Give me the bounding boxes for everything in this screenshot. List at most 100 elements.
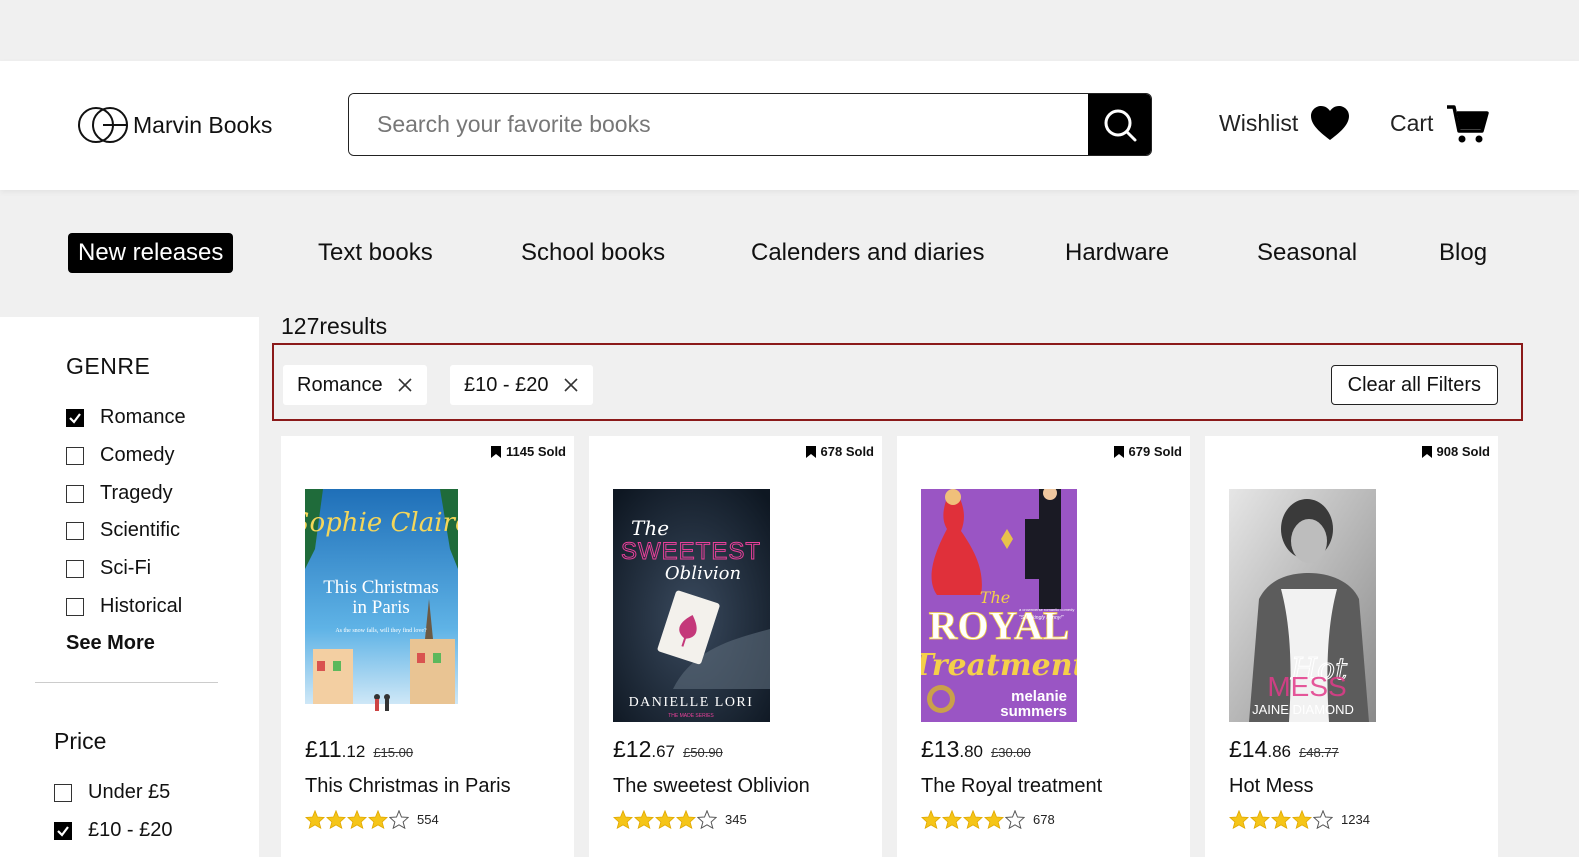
- chip-label: £10 - £20: [464, 373, 549, 396]
- product-card[interactable]: 1145 Sold Sophie Claire This Christmas: [281, 436, 574, 857]
- price-label: Under £5: [88, 781, 171, 803]
- star-filled-icon: [1271, 810, 1291, 829]
- sold-label: 679 Sold: [1128, 444, 1182, 459]
- bookmark-icon: [1113, 445, 1124, 458]
- nav-hardware[interactable]: Hardware: [1065, 233, 1169, 273]
- original-price: £48.77: [1299, 745, 1339, 760]
- current-price: £12.67: [613, 736, 676, 762]
- price-10-20[interactable]: £10 - £20: [54, 819, 173, 842]
- sold-count: 679 Sold: [1113, 444, 1182, 459]
- price-row: £12.67 £50.90: [613, 736, 723, 763]
- search-button[interactable]: [1088, 94, 1151, 155]
- checkbox-icon[interactable]: [66, 521, 84, 540]
- book-title[interactable]: The Royal treatment: [921, 775, 1102, 798]
- nav-seasonal[interactable]: Seasonal: [1257, 233, 1357, 273]
- checkbox-icon[interactable]: [66, 597, 84, 616]
- checkbox-checked-icon[interactable]: [66, 408, 84, 427]
- cover-author-line: summers: [1000, 703, 1067, 720]
- nav-school-books[interactable]: School books: [521, 233, 665, 273]
- cover-title-line: MESS: [1267, 671, 1346, 702]
- checkbox-icon[interactable]: [54, 783, 72, 802]
- cover-author: DANIELLE LORI: [629, 695, 754, 710]
- price-row: £14.86 £48.77: [1229, 736, 1339, 763]
- book-cover[interactable]: Sophie Claire This Christmas in Paris As…: [305, 489, 458, 722]
- star-rating: [1229, 810, 1333, 829]
- cover-tagline: a crownverse romantic comedy: [1019, 607, 1074, 612]
- nav-calenders-and-diaries[interactable]: Calenders and diaries: [751, 233, 984, 273]
- star-filled-icon: [1229, 810, 1249, 829]
- review-count: 554: [417, 812, 439, 827]
- checkbox-icon[interactable]: [66, 484, 84, 503]
- star-filled-icon: [305, 810, 325, 829]
- rating: 1234: [1229, 810, 1370, 829]
- cover-title-line: Oblivion: [665, 563, 741, 584]
- clear-all-filters-button[interactable]: Clear all Filters: [1330, 365, 1498, 405]
- book-title[interactable]: Hot Mess: [1229, 775, 1313, 798]
- genre-scientific[interactable]: Scientific: [66, 519, 180, 542]
- star-empty-icon: [1005, 810, 1025, 829]
- genre-label: Comedy: [100, 444, 175, 466]
- book-cover[interactable]: Hot MESS JAINE DIAMOND: [1229, 489, 1376, 722]
- search-icon: [1104, 109, 1136, 141]
- rating: 554: [305, 810, 439, 829]
- search-bar: [348, 93, 1152, 156]
- filter-sidebar: GENRE Romance Comedy Tragedy Scientific …: [0, 317, 259, 857]
- sold-count: 908 Sold: [1421, 444, 1490, 459]
- product-card[interactable]: 678 Sold The SWEETEST Oblivion DANIELLE …: [589, 436, 882, 857]
- checkbox-icon[interactable]: [66, 446, 84, 465]
- star-filled-icon: [921, 810, 941, 829]
- review-count: 1234: [1341, 812, 1370, 827]
- star-filled-icon: [655, 810, 675, 829]
- genre-label: Historical: [100, 595, 183, 617]
- product-card[interactable]: 679 Sold The ROYAL Treatment a crownvers…: [897, 436, 1190, 857]
- cover-author: Sophie Claire: [305, 508, 458, 538]
- star-empty-icon: [697, 810, 717, 829]
- star-filled-icon: [634, 810, 654, 829]
- search-input[interactable]: [349, 94, 1088, 155]
- bookmark-icon: [805, 445, 816, 458]
- sold-label: 1145 Sold: [506, 444, 566, 459]
- filter-chip-price: £10 - £20: [450, 365, 593, 405]
- star-filled-icon: [676, 810, 696, 829]
- sold-label: 678 Sold: [820, 444, 874, 459]
- product-card[interactable]: 908 Sold Hot MESS JAINE DIAMOND £14.86 £…: [1205, 436, 1498, 857]
- close-icon[interactable]: [397, 377, 413, 393]
- review-count: 678: [1033, 812, 1055, 827]
- cover-title-line: This Christmas: [323, 577, 439, 598]
- cart-link[interactable]: Cart: [1390, 101, 1490, 145]
- genre-tragedy[interactable]: Tragedy: [66, 482, 173, 505]
- cover-title-line: Treatment: [921, 648, 1077, 683]
- checkbox-checked-icon[interactable]: [54, 821, 72, 840]
- genre-sci-fi[interactable]: Sci-Fi: [66, 557, 151, 580]
- book-cover[interactable]: The SWEETEST Oblivion DANIELLE LORI THE …: [613, 489, 770, 722]
- sold-count: 1145 Sold: [491, 444, 566, 459]
- genre-historical[interactable]: Historical: [66, 595, 182, 618]
- genre-comedy[interactable]: Comedy: [66, 444, 174, 467]
- close-icon[interactable]: [563, 377, 579, 393]
- current-price: £13.80: [921, 736, 984, 762]
- star-filled-icon: [368, 810, 388, 829]
- nav-new-releases[interactable]: New releases: [68, 233, 234, 273]
- wishlist-link[interactable]: Wishlist: [1219, 105, 1350, 141]
- star-filled-icon: [326, 810, 346, 829]
- cover-title-line: SWEETEST: [621, 538, 761, 565]
- book-title[interactable]: This Christmas in Paris: [305, 775, 511, 798]
- star-filled-icon: [1250, 810, 1270, 829]
- book-cover[interactable]: The ROYAL Treatment a crownverse romanti…: [921, 489, 1077, 722]
- cover-author: JAINE DIAMOND: [1252, 702, 1354, 717]
- book-title[interactable]: The sweetest Oblivion: [613, 775, 810, 798]
- price-row: £13.80 £30.00: [921, 736, 1031, 763]
- genre-label: Tragedy: [100, 482, 173, 504]
- logo[interactable]: Marvin Books: [77, 106, 272, 144]
- nav-blog[interactable]: Blog: [1439, 233, 1487, 273]
- nav-text-books[interactable]: Text books: [318, 233, 433, 273]
- price-row: £11.12 £15.00: [305, 736, 413, 763]
- checkbox-icon[interactable]: [66, 559, 84, 578]
- original-price: £30.00: [991, 745, 1031, 760]
- chip-label: Romance: [297, 373, 383, 396]
- current-price: £14.86: [1229, 736, 1292, 762]
- price-under-5[interactable]: Under £5: [54, 781, 170, 804]
- genre-romance[interactable]: Romance: [66, 406, 186, 429]
- rating: 678: [921, 810, 1055, 829]
- see-more-link[interactable]: See More: [66, 632, 155, 655]
